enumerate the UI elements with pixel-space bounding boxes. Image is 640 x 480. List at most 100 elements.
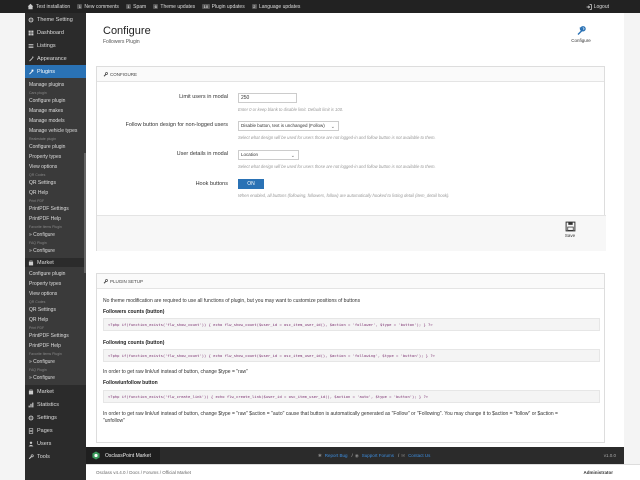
topbar-plugin-updates[interactable]: 10 Plugin updates: [202, 4, 245, 10]
submenu-item[interactable]: » Configure: [25, 373, 86, 383]
topbar-spam[interactable]: 1 Spam: [125, 4, 146, 10]
submenu-item[interactable]: Property types: [25, 152, 86, 162]
footer-links: ✱ Report Bug / ◉ Support Forums / ✉ Contact…: [318, 447, 432, 464]
floppy-disk-icon: [565, 221, 575, 232]
footer-sep: /: [398, 453, 400, 458]
wrench-icon: [103, 71, 108, 77]
tools-icon: [28, 453, 34, 459]
sidebar-item-dashboard[interactable]: Dashboard: [25, 26, 86, 39]
plugin-setup-header: Plugin setup: [97, 274, 604, 289]
follow-code[interactable]: <?php if(function_exists('flw_create_lin…: [103, 390, 600, 403]
submenu-item[interactable]: Configure plugin: [25, 142, 86, 152]
topbar-new-comments[interactable]: 1 New comments: [77, 4, 119, 10]
submenu-item[interactable]: Configure plugin: [25, 96, 86, 106]
configure-card-header: Configure: [97, 67, 604, 82]
sidebar-item-theme-setting[interactable]: Theme Setting: [25, 13, 86, 26]
submenu-item[interactable]: » Configure: [25, 230, 86, 240]
followers-code[interactable]: <?php if(function_exists('flw_show_count…: [103, 318, 600, 331]
site-name-link[interactable]: Test installation: [36, 4, 70, 10]
submenu-item[interactable]: QR Help: [25, 315, 86, 325]
topbar-language-updates[interactable]: 2 Language updates: [251, 4, 300, 10]
following-code[interactable]: <?php if(function_exists('flw_show_count…: [103, 349, 600, 362]
sidebar-item-label: Pages: [37, 427, 53, 434]
limit-input[interactable]: 250: [238, 93, 297, 103]
topbar-theme-updates[interactable]: 6 Theme updates: [153, 4, 195, 10]
chevron-down-icon: ⌄: [290, 153, 295, 159]
sidebar-item-statistics[interactable]: Statistics: [25, 398, 86, 411]
mail-icon: ✉: [401, 452, 406, 458]
main-content: Configure Followers Plugin Configure Con…: [86, 13, 624, 447]
setup-intro: No theme modification are required to us…: [103, 298, 361, 304]
submenu-item[interactable]: PrintPDF Settings: [25, 331, 86, 341]
sidebar-item-settings[interactable]: Settings: [25, 411, 86, 424]
submenu-item[interactable]: Manage plugins: [25, 80, 86, 90]
sidebar-item-label: Tools: [37, 453, 50, 460]
design-select[interactable]: Disable button, text is unchanged (Follo…: [238, 121, 339, 131]
save-area: Save: [97, 215, 606, 251]
footer: OsclassPoint Market ✱ Report Bug / ◉ Suppo…: [86, 447, 624, 464]
home-icon[interactable]: [27, 3, 34, 10]
details-select[interactable]: Location ⌄: [238, 150, 299, 160]
sidebar-item-label: Market: [37, 388, 54, 395]
support-icon: ◉: [354, 452, 359, 458]
page-title: Configure: [103, 25, 151, 37]
submenu-item[interactable]: PrintPDF Settings: [25, 204, 86, 214]
submenu-item[interactable]: QR Help: [25, 188, 86, 198]
submenu-item[interactable]: » Configure: [25, 246, 86, 256]
sidebar-item-plugins[interactable]: Plugins: [25, 65, 86, 78]
configure-card: Configure Limit users in modal 250 Enter…: [96, 66, 606, 251]
settings-icon: [28, 415, 34, 420]
bottom-links[interactable]: Osclass v4.4.0 / Docs / Forums / Officia…: [96, 465, 191, 480]
submenu-item[interactable]: View options: [25, 162, 86, 172]
submenu-item[interactable]: Manage models: [25, 116, 86, 126]
followers-title: Followers counts (button): [103, 309, 165, 315]
submenu-item[interactable]: Property types: [25, 279, 86, 289]
admin-user-label: Administrator: [583, 470, 613, 475]
submenu-item[interactable]: Configure plugin: [25, 269, 86, 279]
submenu-item[interactable]: » Configure: [25, 357, 86, 367]
admin-topbar: Test installation 1 New comments 1 Spam 6T…: [0, 0, 640, 13]
dashboard-icon: [28, 30, 34, 35]
footer-version: v1.0.0: [603, 453, 616, 458]
gear-icon: [28, 17, 34, 22]
market-icon: [28, 260, 34, 265]
hook-toggle[interactable]: ON: [238, 179, 264, 189]
final-note-1: In order to get raw link/url instead of …: [103, 411, 558, 417]
footer-sep: /: [351, 453, 353, 458]
save-button[interactable]: Save: [562, 221, 578, 238]
details-label: User details in modal: [176, 151, 228, 157]
submenu-item[interactable]: QR Settings: [25, 178, 86, 188]
plugins-submenu: Manage plugins Cars plugin Configure plugi…: [25, 78, 86, 258]
plugin-icon: [29, 69, 34, 74]
sidebar-item-tools[interactable]: Tools: [25, 450, 86, 463]
sidebar-item-market-top[interactable]: Market: [25, 258, 86, 267]
pages-icon: [28, 427, 34, 434]
sidebar-item-listings[interactable]: Listings: [25, 39, 86, 52]
statistics-icon: [28, 402, 34, 407]
logout-link[interactable]: Logout: [586, 0, 609, 13]
sidebar-item-pages[interactable]: Pages: [25, 424, 86, 437]
logout-icon: [586, 3, 592, 10]
submenu-item[interactable]: View options: [25, 289, 86, 299]
sidebar-item-label: Settings: [37, 414, 57, 421]
submenu-item[interactable]: QR Settings: [25, 305, 86, 315]
sidebar-item-market[interactable]: Market: [25, 385, 86, 398]
wrench-icon: [577, 26, 586, 35]
limit-help: Enter 0 or keep blank to disable limit. …: [238, 107, 344, 112]
submenu-item[interactable]: Manage vehicle types: [25, 126, 86, 136]
sidebar: Theme Setting Dashboard Listings Appeara…: [25, 13, 86, 480]
market-icon: [28, 389, 34, 394]
contact-us-link[interactable]: Contact Us: [408, 453, 430, 458]
footer-brand[interactable]: OsclassPoint Market: [86, 447, 160, 464]
following-title: Following counts (button): [103, 340, 165, 346]
sidebar-item-users[interactable]: Users: [25, 437, 86, 450]
submenu-item[interactable]: Manage makes: [25, 106, 86, 116]
support-forums-link[interactable]: Support Forums: [362, 453, 394, 458]
sidebar-item-appearance[interactable]: Appearance: [25, 52, 86, 65]
chevron-down-icon: ⌄: [330, 124, 335, 130]
submenu-item[interactable]: PrintPDF Help: [25, 341, 86, 351]
submenu-item[interactable]: PrintPDF Help: [25, 214, 86, 224]
final-note-2: "unfollow": [103, 418, 125, 424]
report-bug-link[interactable]: Report Bug: [325, 453, 348, 458]
configure-header-button[interactable]: Configure: [568, 26, 594, 43]
